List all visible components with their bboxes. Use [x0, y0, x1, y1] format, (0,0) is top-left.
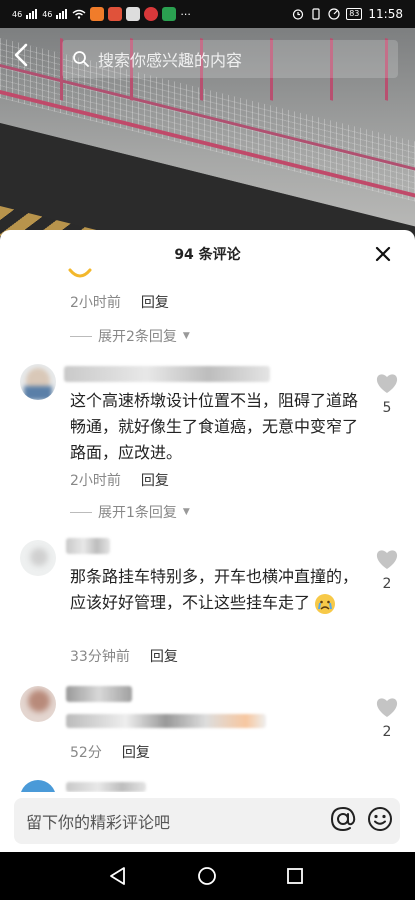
expand-replies-label: 展开1条回复 — [98, 505, 177, 521]
chevron-down-icon: ▼ — [182, 507, 190, 517]
divider-line — [70, 511, 92, 513]
back-button[interactable] — [12, 42, 42, 72]
reply-button[interactable]: 回复 — [141, 292, 169, 312]
like-count: 5 — [382, 400, 392, 416]
app-notification-icon — [108, 7, 123, 21]
nav-home-icon[interactable] — [197, 866, 217, 886]
app-notification-icon — [90, 7, 105, 21]
wifi-icon — [72, 9, 86, 19]
search-icon — [73, 51, 89, 67]
comment-sheet: 94 条评论 2小时前 回复 展开2条回复 ▼ 这个高速桥墩设计位置不当，阻碍了… — [0, 230, 415, 852]
comment-input-placeholder: 留下你的精彩评论吧 — [26, 813, 171, 832]
alarm-icon — [293, 9, 304, 20]
comment-time: 2小时前 — [70, 295, 121, 311]
comment-time: 52分 — [70, 745, 102, 761]
comment-count-title: 94 条评论 — [174, 247, 241, 263]
battery-level: 83 — [346, 8, 363, 20]
heart-icon — [376, 550, 398, 569]
status-bar: 46 46 ··· 83 11:58 — [0, 0, 415, 28]
video-background[interactable]: 搜索你感兴趣的内容 — [0, 28, 415, 243]
expand-replies-button[interactable]: 展开2条回复 ▼ — [70, 326, 190, 346]
comment-meta: 2小时前 回复 — [70, 470, 169, 490]
divider-line — [70, 335, 92, 337]
search-input[interactable]: 搜索你感兴趣的内容 — [62, 40, 398, 78]
chevron-down-icon: ▼ — [182, 331, 190, 341]
system-nav-bar — [0, 852, 415, 900]
nav-back-icon[interactable] — [108, 866, 128, 886]
username-blurred[interactable] — [64, 366, 270, 382]
like-count: 2 — [382, 724, 392, 740]
signal-indicator-2: 46 — [42, 9, 53, 19]
avatar[interactable] — [20, 686, 56, 722]
search-placeholder: 搜索你感兴趣的内容 — [98, 51, 243, 70]
close-icon — [375, 246, 391, 262]
emoji-partial-icon — [68, 268, 92, 278]
like-button[interactable]: 5 — [375, 372, 399, 416]
speed-icon — [328, 8, 340, 20]
reply-button[interactable]: 回复 — [150, 646, 178, 666]
close-button[interactable] — [375, 246, 395, 266]
mention-button[interactable] — [329, 805, 357, 838]
comment-time: 2小时前 — [70, 473, 121, 489]
at-sign-icon — [330, 806, 356, 832]
back-arrow-icon — [14, 43, 28, 67]
vibrate-icon — [312, 8, 320, 20]
weibo-icon — [144, 7, 159, 21]
username-blurred[interactable] — [66, 538, 110, 554]
expand-replies-button[interactable]: 展开1条回复 ▼ — [70, 502, 190, 522]
comment-text: 这个高速桥墩设计位置不当，阻碍了道路畅通，就好像生了食道癌，无意中变窄了路面，应… — [70, 391, 359, 462]
comment-text: 那条路挂车特别多，开车也横冲直撞的，应该好好管理，不让这些挂车走了 — [70, 564, 360, 616]
emoji-button[interactable] — [367, 806, 392, 831]
more-notifications-icon: ··· — [180, 7, 191, 21]
expand-replies-label: 展开2条回复 — [98, 329, 177, 345]
avatar[interactable] — [20, 364, 56, 400]
screen: 46 46 ··· 83 11:58 搜索你感兴趣的内容 94 条评论 2小时前… — [0, 0, 415, 900]
like-button[interactable]: 2 — [375, 548, 399, 592]
comment-text-blurred — [66, 714, 266, 728]
signal-indicator: 46 — [12, 9, 23, 19]
signal-bars-icon — [26, 9, 38, 19]
heart-icon — [376, 374, 398, 393]
reply-button[interactable]: 回复 — [141, 470, 169, 490]
crying-emoji-icon — [315, 593, 336, 614]
username-blurred[interactable] — [66, 782, 146, 792]
like-button[interactable]: 2 — [375, 696, 399, 740]
reply-button[interactable]: 回复 — [122, 742, 150, 762]
username-blurred[interactable] — [66, 686, 132, 702]
comment-time: 33分钟前 — [70, 649, 130, 665]
app-notification-icon — [126, 7, 141, 21]
app-notification-icon — [162, 7, 177, 21]
comment-meta: 33分钟前 回复 — [70, 646, 178, 666]
comment-meta: 52分 回复 — [70, 742, 150, 762]
avatar[interactable] — [20, 540, 56, 576]
comment-meta: 2小时前 回复 — [70, 292, 169, 312]
heart-icon — [376, 698, 398, 717]
clock: 11:58 — [368, 7, 403, 21]
signal-bars-icon — [56, 9, 68, 19]
like-count: 2 — [382, 576, 392, 592]
nav-recents-icon[interactable] — [286, 867, 304, 885]
comment-input-bar: 留下你的精彩评论吧 — [0, 792, 415, 852]
smile-icon — [368, 807, 392, 831]
